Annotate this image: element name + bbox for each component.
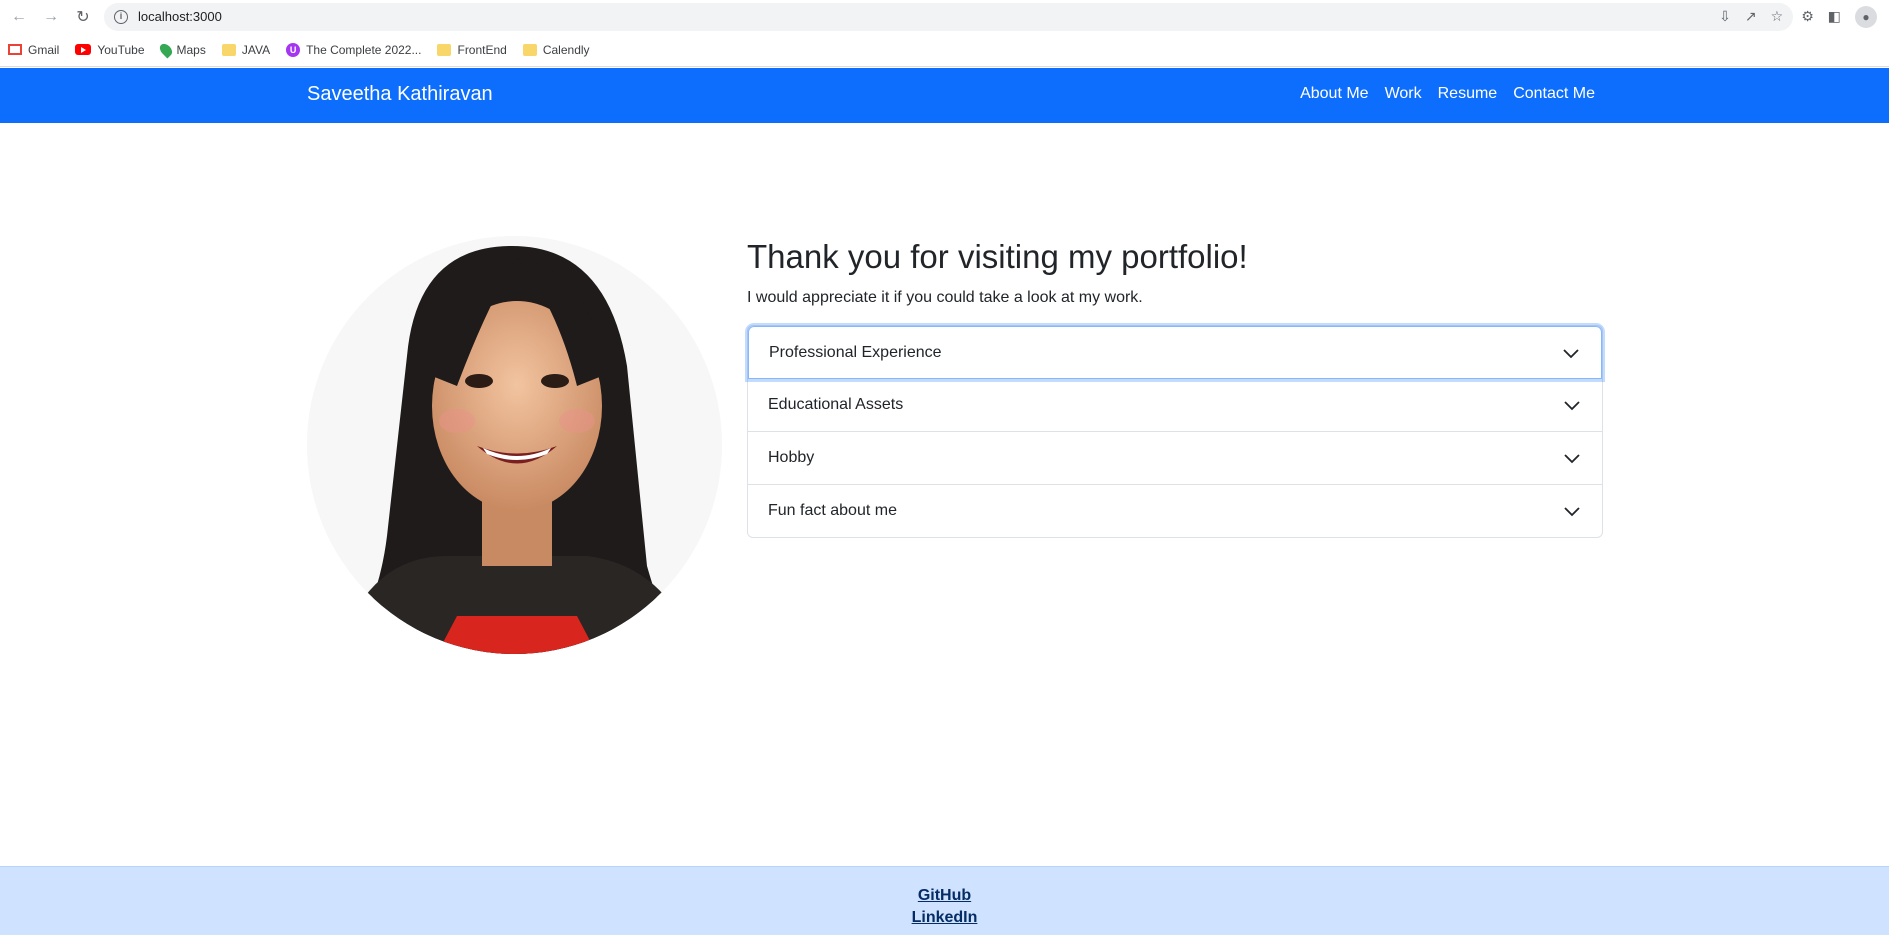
accordion-label: Fun fact about me bbox=[768, 502, 897, 519]
profile-portrait bbox=[307, 236, 722, 654]
side-panel-icon[interactable]: ◧ bbox=[1828, 8, 1841, 25]
accordion-educational-assets[interactable]: Educational Assets bbox=[748, 379, 1602, 432]
accordion-hobby[interactable]: Hobby bbox=[748, 432, 1602, 485]
folder-icon bbox=[437, 43, 452, 56]
bookmark-gmail[interactable]: Gmail bbox=[8, 43, 59, 57]
back-icon[interactable]: ← bbox=[6, 4, 32, 30]
folder-icon bbox=[221, 43, 236, 56]
star-icon[interactable]: ☆ bbox=[1771, 8, 1784, 25]
browser-toolbar: ← → ↻ i localhost:3000 ⇩ ↗ ☆ ⚙ ◧ ● bbox=[0, 0, 1889, 33]
url-text[interactable]: localhost:3000 bbox=[138, 9, 222, 24]
nav-about-me[interactable]: About Me bbox=[1300, 85, 1368, 103]
chevron-down-icon bbox=[1564, 507, 1580, 517]
nav-links: About Me Work Resume Contact Me bbox=[1300, 85, 1595, 103]
youtube-icon bbox=[75, 44, 92, 55]
folder-icon bbox=[522, 43, 537, 56]
bookmark-label: Calendly bbox=[542, 42, 590, 57]
chevron-down-icon bbox=[1564, 401, 1580, 411]
maps-icon bbox=[157, 41, 174, 58]
bookmark-udemy[interactable]: U The Complete 2022... bbox=[286, 42, 422, 57]
accordion-professional-experience[interactable]: Professional Experience bbox=[748, 326, 1602, 379]
chevron-down-icon bbox=[1563, 348, 1579, 358]
udemy-icon: U bbox=[286, 42, 301, 57]
address-bar[interactable]: i localhost:3000 ⇩ ↗ ☆ bbox=[104, 2, 1794, 31]
chevron-down-icon bbox=[1564, 454, 1580, 464]
extensions-icon[interactable]: ⚙ bbox=[1801, 8, 1814, 25]
bookmarks-bar: Gmail YouTube Maps JAVA U The Complete 2… bbox=[0, 33, 1889, 67]
accordion-fun-fact[interactable]: Fun fact about me bbox=[748, 485, 1602, 537]
install-icon[interactable]: ⇩ bbox=[1719, 8, 1731, 25]
bookmark-maps[interactable]: Maps bbox=[157, 41, 206, 58]
bookmark-youtube[interactable]: YouTube bbox=[75, 42, 145, 57]
accordion-label: Hobby bbox=[768, 449, 815, 466]
accordion-label: Educational Assets bbox=[768, 396, 904, 413]
accordion-label: Professional Experience bbox=[769, 343, 942, 361]
share-icon[interactable]: ↗ bbox=[1745, 8, 1757, 25]
bookmark-label: JAVA bbox=[241, 42, 271, 57]
bookmark-label: Gmail bbox=[28, 42, 60, 57]
site-navbar: Saveetha Kathiravan About Me Work Resume… bbox=[0, 68, 1889, 123]
nav-resume[interactable]: Resume bbox=[1438, 85, 1498, 103]
page-title: Thank you for visiting my portfolio! bbox=[747, 238, 1248, 275]
brand-link[interactable]: Saveetha Kathiravan bbox=[307, 83, 493, 106]
site-footer: GitHub LinkedIn bbox=[0, 866, 1889, 935]
bookmark-frontend[interactable]: FrontEnd bbox=[437, 42, 507, 57]
page-subtitle: I would appreciate it if you could take … bbox=[747, 289, 1143, 306]
bookmark-label: FrontEnd bbox=[457, 42, 507, 57]
reload-icon[interactable]: ↻ bbox=[70, 4, 96, 30]
bookmark-calendly[interactable]: Calendly bbox=[522, 42, 590, 57]
gmail-icon bbox=[8, 44, 22, 55]
info-icon[interactable]: i bbox=[114, 9, 128, 24]
linkedin-link[interactable]: LinkedIn bbox=[0, 909, 1889, 927]
profile-avatar-icon[interactable]: ● bbox=[1855, 5, 1877, 28]
forward-icon[interactable]: → bbox=[38, 4, 64, 30]
info-accordion: Professional Experience Educational Asse… bbox=[747, 325, 1603, 538]
nav-work[interactable]: Work bbox=[1385, 85, 1422, 103]
bookmark-label: The Complete 2022... bbox=[306, 42, 422, 57]
portrait-illustration bbox=[307, 236, 722, 654]
bookmark-label: Maps bbox=[176, 42, 206, 57]
bookmark-label: YouTube bbox=[97, 42, 145, 57]
github-link[interactable]: GitHub bbox=[0, 887, 1889, 905]
bookmark-java[interactable]: JAVA bbox=[221, 42, 271, 57]
nav-contact-me[interactable]: Contact Me bbox=[1513, 85, 1595, 103]
